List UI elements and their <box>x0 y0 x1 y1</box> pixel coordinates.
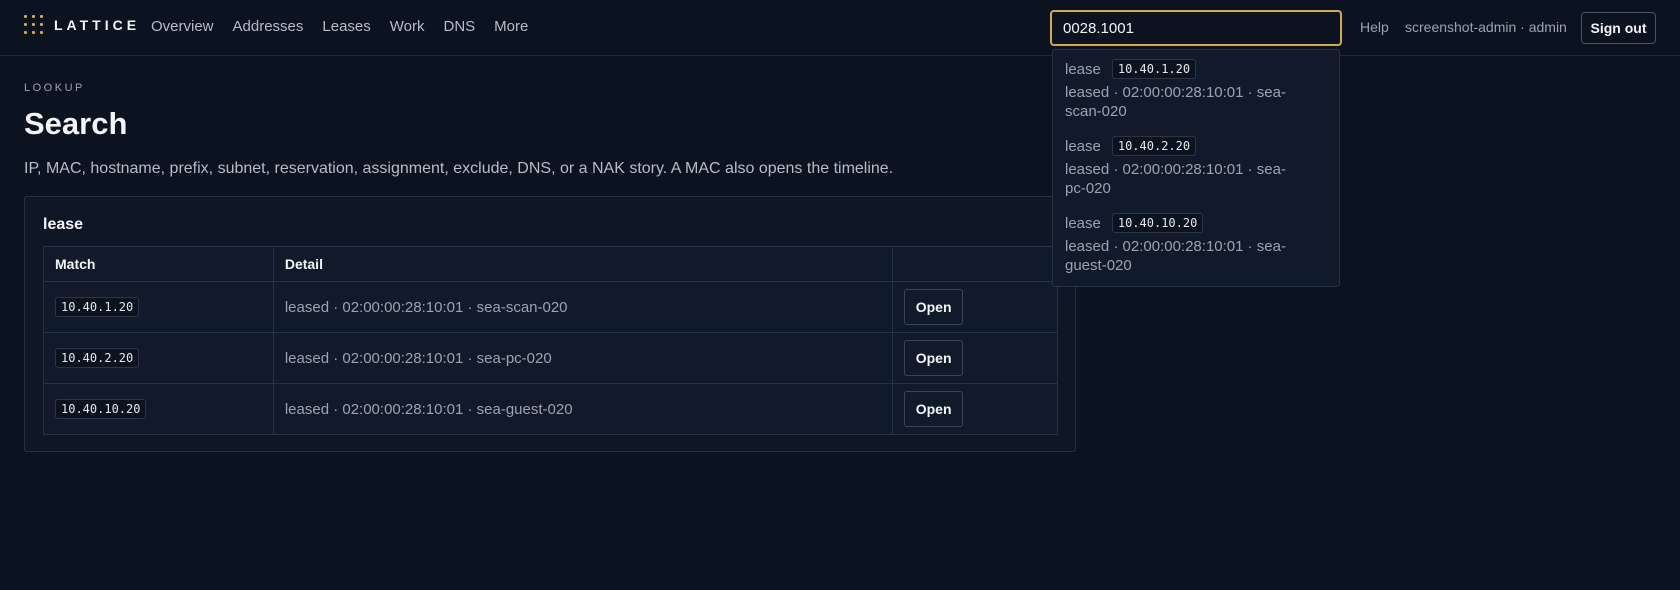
address-chip: 10.40.2.20 <box>55 348 140 368</box>
results-card: lease Match Detail 10.40.1.20 leased · 0… <box>24 196 1076 452</box>
suggestion-detail-line: pc-020 <box>1065 180 1111 197</box>
address-chip: 10.40.10.20 <box>1111 213 1204 233</box>
table-row: 10.40.1.20 leased · 02:00:00:28:10:01 · … <box>43 281 1058 333</box>
result-group-title: lease <box>43 216 84 233</box>
address-chip: 10.40.10.20 <box>55 399 147 419</box>
suggestion-type: lease <box>1065 214 1101 232</box>
suggestion-item[interactable]: lease 10.40.1.20 leased · 02:00:00:28:10… <box>1065 59 1335 121</box>
address-chip: 10.40.2.20 <box>1111 136 1197 156</box>
table-header-row: Match Detail <box>43 246 1058 282</box>
detail-cell: leased · 02:00:00:28:10:01 · sea-pc-020 <box>272 332 894 384</box>
top-bar: LATTICE Overview Addresses Leases Work D… <box>0 0 1680 56</box>
suggestion-detail-line: scan-020 <box>1065 103 1127 120</box>
suggestion-detail-line: guest-020 <box>1065 257 1132 274</box>
suggestion-detail-line: leased · 02:00:00:28:10:01 · sea- <box>1065 238 1286 255</box>
table-row: 10.40.10.20 leased · 02:00:00:28:10:01 ·… <box>43 383 1058 435</box>
detail-cell: leased · 02:00:00:28:10:01 · sea-scan-02… <box>272 281 894 333</box>
results-table: Match Detail 10.40.1.20 leased · 02:00:0… <box>43 246 1058 435</box>
open-button[interactable]: Open <box>904 340 964 376</box>
match-cell: 10.40.2.20 <box>43 332 274 384</box>
help-link[interactable]: Help <box>1360 19 1389 35</box>
suggestion-detail: leased · 02:00:00:28:10:01 · sea- guest-… <box>1065 237 1335 275</box>
nav-item-work[interactable]: Work <box>390 18 425 35</box>
page-eyebrow: LOOKUP <box>24 82 85 94</box>
suggestion-type: lease <box>1065 60 1101 78</box>
suggestion-detail: leased · 02:00:00:28:10:01 · sea- scan-0… <box>1065 83 1335 121</box>
main-nav: Overview Addresses Leases Work DNS More <box>151 18 547 35</box>
nav-item-overview[interactable]: Overview <box>151 18 214 35</box>
suggestion-item[interactable]: lease 10.40.10.20 leased · 02:00:00:28:1… <box>1065 213 1335 275</box>
match-cell: 10.40.10.20 <box>43 383 274 435</box>
table-row: 10.40.2.20 leased · 02:00:00:28:10:01 · … <box>43 332 1058 384</box>
column-header-action <box>892 246 1058 282</box>
grid-logo-icon <box>24 15 43 34</box>
brand[interactable]: LATTICE <box>24 15 140 34</box>
search-suggestions-dropdown: lease 10.40.1.20 leased · 02:00:00:28:10… <box>1052 49 1340 287</box>
suggestion-detail-line: leased · 02:00:00:28:10:01 · sea- <box>1065 161 1286 178</box>
address-chip: 10.40.1.20 <box>1111 59 1197 79</box>
nav-item-more[interactable]: More <box>494 18 528 35</box>
action-cell: Open <box>892 332 1058 384</box>
page-title: Search <box>24 106 128 141</box>
column-header-match: Match <box>43 246 274 282</box>
nav-item-addresses[interactable]: Addresses <box>233 18 304 35</box>
suggestion-type: lease <box>1065 137 1101 155</box>
address-chip: 10.40.1.20 <box>55 297 140 317</box>
page-description: IP, MAC, hostname, prefix, subnet, reser… <box>24 160 894 177</box>
column-header-detail: Detail <box>272 246 894 282</box>
nav-item-dns[interactable]: DNS <box>444 18 476 35</box>
suggestion-detail-line: leased · 02:00:00:28:10:01 · sea- <box>1065 84 1286 101</box>
search-input[interactable] <box>1050 10 1342 46</box>
detail-cell: leased · 02:00:00:28:10:01 · sea-guest-0… <box>272 383 894 435</box>
suggestion-item[interactable]: lease 10.40.2.20 leased · 02:00:00:28:10… <box>1065 136 1335 198</box>
open-button[interactable]: Open <box>904 391 964 427</box>
action-cell: Open <box>892 383 1058 435</box>
user-label: screenshot-admin · admin <box>1405 19 1567 35</box>
match-cell: 10.40.1.20 <box>43 281 274 333</box>
suggestion-detail: leased · 02:00:00:28:10:01 · sea- pc-020 <box>1065 160 1335 198</box>
sign-out-button[interactable]: Sign out <box>1581 12 1656 44</box>
nav-item-leases[interactable]: Leases <box>322 18 370 35</box>
open-button[interactable]: Open <box>904 289 964 325</box>
action-cell: Open <box>892 281 1058 333</box>
brand-name: LATTICE <box>54 16 141 33</box>
